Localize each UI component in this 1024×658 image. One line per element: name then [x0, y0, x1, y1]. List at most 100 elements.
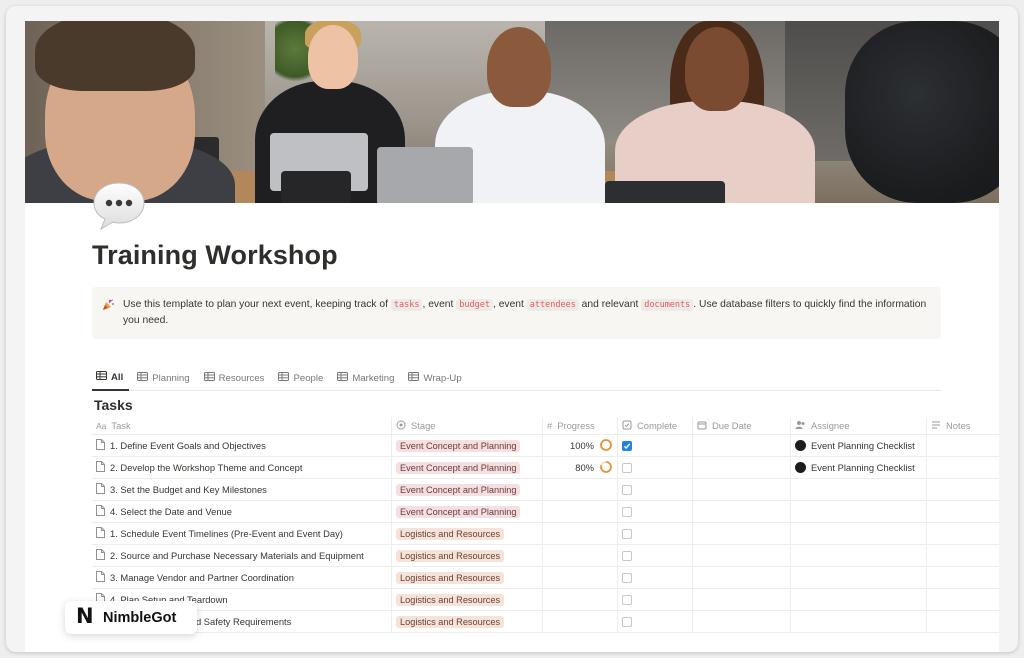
stage-cell[interactable]: Event Concept and Planning — [392, 435, 543, 456]
stage-cell[interactable]: Logistics and Resources — [392, 611, 543, 632]
header-notes[interactable]: Notes — [927, 417, 999, 434]
stage-cell[interactable]: Event Concept and Planning — [392, 501, 543, 522]
stage-tag: Logistics and Resources — [396, 549, 505, 562]
notes-cell[interactable] — [927, 567, 999, 588]
header-task[interactable]: Aa Task — [92, 417, 392, 434]
tab-wrap-up[interactable]: Wrap-Up — [404, 365, 467, 391]
table-row[interactable]: 5. Confirm Health and Safety Requirement… — [92, 611, 999, 633]
notes-cell[interactable] — [927, 611, 999, 632]
table-row[interactable]: 2. Source and Purchase Necessary Materia… — [92, 545, 999, 567]
due-date-cell[interactable] — [693, 457, 791, 478]
complete-checkbox[interactable] — [622, 594, 632, 605]
complete-checkbox[interactable] — [622, 616, 632, 627]
complete-checkbox[interactable] — [622, 440, 632, 451]
tab-marketing[interactable]: Marketing — [333, 365, 400, 391]
header-complete[interactable]: Complete — [618, 417, 693, 434]
header-stage[interactable]: Stage — [392, 417, 543, 434]
tab-people[interactable]: People — [274, 365, 329, 391]
progress-cell[interactable] — [543, 479, 618, 500]
tab-resources[interactable]: Resources — [200, 365, 271, 391]
due-date-cell[interactable] — [693, 611, 791, 632]
task-cell[interactable]: 4. Select the Date and Venue — [92, 501, 392, 522]
assignee-cell[interactable]: Event Planning Checklist — [791, 457, 927, 478]
complete-checkbox[interactable] — [622, 462, 632, 473]
database-title[interactable]: Tasks — [94, 397, 133, 413]
complete-checkbox[interactable] — [622, 550, 632, 561]
stage-cell[interactable]: Event Concept and Planning — [392, 479, 543, 500]
header-due-date[interactable]: Due Date — [693, 417, 791, 434]
stage-cell[interactable]: Event Concept and Planning — [392, 457, 543, 478]
task-name: 3. Set the Budget and Key Milestones — [110, 484, 267, 495]
due-date-cell[interactable] — [693, 589, 791, 610]
code-tasks: tasks — [390, 299, 423, 311]
task-cell[interactable]: 2. Develop the Workshop Theme and Concep… — [92, 457, 392, 478]
party-popper-icon — [101, 298, 115, 312]
due-date-cell[interactable] — [693, 545, 791, 566]
progress-cell[interactable] — [543, 501, 618, 522]
progress-ring-icon — [599, 460, 613, 476]
progress-cell[interactable] — [543, 523, 618, 544]
notes-cell[interactable] — [927, 479, 999, 500]
assignee-cell[interactable]: Event Planning Checklist — [791, 435, 927, 456]
assignee-cell[interactable] — [791, 589, 927, 610]
assignee-cell[interactable] — [791, 523, 927, 544]
due-date-cell[interactable] — [693, 435, 791, 456]
page-title[interactable]: Training Workshop — [92, 240, 338, 271]
stage-cell[interactable]: Logistics and Resources — [392, 567, 543, 588]
progress-cell[interactable]: 100% — [543, 435, 618, 456]
complete-checkbox[interactable] — [622, 528, 632, 539]
notes-cell[interactable] — [927, 589, 999, 610]
assignee-cell[interactable] — [791, 479, 927, 500]
task-cell[interactable]: 3. Manage Vendor and Partner Coordinatio… — [92, 567, 392, 588]
progress-cell[interactable] — [543, 589, 618, 610]
stage-tag: Logistics and Resources — [396, 593, 505, 606]
assignee-cell[interactable] — [791, 611, 927, 632]
due-date-cell[interactable] — [693, 479, 791, 500]
notes-cell[interactable] — [927, 457, 999, 478]
tab-planning[interactable]: Planning — [133, 365, 195, 391]
table-row[interactable]: 4. Plan Setup and Teardown Logistics and … — [92, 589, 999, 611]
progress-cell[interactable]: 80% — [543, 457, 618, 478]
speech-bubble-icon[interactable] — [91, 180, 147, 232]
table-row[interactable]: 3. Set the Budget and Key Milestones Even… — [92, 479, 999, 501]
complete-checkbox[interactable] — [622, 484, 632, 495]
progress-cell[interactable] — [543, 567, 618, 588]
avatar — [795, 462, 806, 473]
stage-cell[interactable]: Logistics and Resources — [392, 523, 543, 544]
table-row[interactable]: 3. Manage Vendor and Partner Coordinatio… — [92, 567, 999, 589]
notes-cell[interactable] — [927, 523, 999, 544]
tab-all[interactable]: All — [92, 365, 130, 391]
progress-cell[interactable] — [543, 545, 618, 566]
table-row[interactable]: 1. Define Event Goals and Objectives Even… — [92, 435, 999, 457]
notes-cell[interactable] — [927, 435, 999, 456]
due-date-cell[interactable] — [693, 523, 791, 544]
complete-checkbox[interactable] — [622, 506, 632, 517]
table-row[interactable]: 2. Develop the Workshop Theme and Concep… — [92, 457, 999, 479]
stage-tag: Event Concept and Planning — [396, 483, 521, 496]
progress-cell[interactable] — [543, 611, 618, 632]
due-date-cell[interactable] — [693, 501, 791, 522]
due-date-cell[interactable] — [693, 567, 791, 588]
task-cell[interactable]: 1. Schedule Event Timelines (Pre-Event a… — [92, 523, 392, 544]
stage-tag: Event Concept and Planning — [396, 461, 521, 474]
header-progress[interactable]: # Progress — [543, 417, 618, 434]
assignee-name: Event Planning Checklist — [811, 440, 915, 451]
header-assignee[interactable]: Assignee — [791, 417, 927, 434]
assignee-cell[interactable] — [791, 501, 927, 522]
task-cell[interactable]: 2. Source and Purchase Necessary Materia… — [92, 545, 392, 566]
stage-cell[interactable]: Logistics and Resources — [392, 545, 543, 566]
complete-checkbox[interactable] — [622, 572, 632, 583]
progress-ring-icon — [599, 438, 613, 454]
task-cell[interactable]: 1. Define Event Goals and Objectives — [92, 435, 392, 456]
callout[interactable]: Use this template to plan your next even… — [92, 287, 941, 339]
task-cell[interactable]: 3. Set the Budget and Key Milestones — [92, 479, 392, 500]
table-row[interactable]: 4. Select the Date and Venue Event Concep… — [92, 501, 999, 523]
svg-text:N: N — [76, 604, 94, 626]
assignee-cell[interactable] — [791, 545, 927, 566]
calendar-icon — [697, 420, 707, 432]
table-row[interactable]: 1. Schedule Event Timelines (Pre-Event a… — [92, 523, 999, 545]
notes-cell[interactable] — [927, 501, 999, 522]
assignee-cell[interactable] — [791, 567, 927, 588]
stage-cell[interactable]: Logistics and Resources — [392, 589, 543, 610]
notes-cell[interactable] — [927, 545, 999, 566]
